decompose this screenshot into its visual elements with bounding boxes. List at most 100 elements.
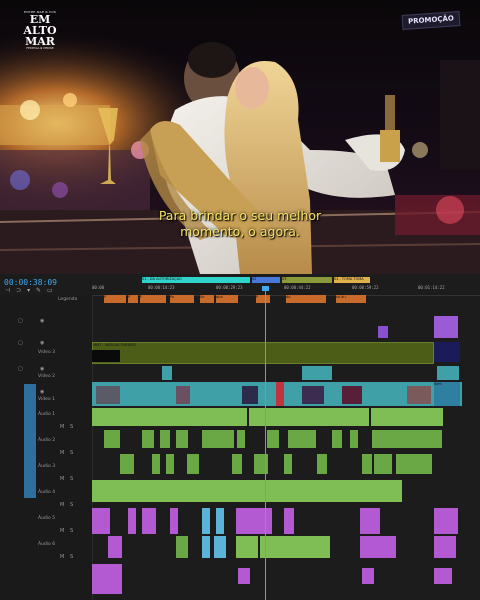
audio-clip[interactable]: [142, 430, 154, 448]
video-clip[interactable]: [162, 366, 172, 380]
audio-clip[interactable]: [202, 536, 210, 558]
audio-clip[interactable]: [128, 508, 136, 534]
audio-clip[interactable]: [362, 568, 374, 584]
source-patch-audio[interactable]: [24, 408, 36, 498]
video-clip[interactable]: [302, 386, 324, 404]
solo-icon[interactable]: S: [70, 450, 73, 456]
video-clip[interactable]: [302, 366, 332, 380]
solo-icon[interactable]: S: [70, 528, 73, 534]
eye-icon[interactable]: ◉: [40, 318, 44, 324]
audio-clip[interactable]: [187, 454, 199, 474]
video-clip[interactable]: [437, 366, 459, 380]
solo-icon[interactable]: S: [70, 502, 73, 508]
solo-icon[interactable]: S: [70, 424, 73, 430]
video-clip[interactable]: [434, 342, 460, 362]
audio-clip[interactable]: [142, 508, 156, 534]
audio-clip[interactable]: [238, 568, 250, 584]
audio-clip[interactable]: [288, 430, 316, 448]
audio-clip[interactable]: [176, 536, 188, 558]
audio-clip[interactable]: [232, 454, 242, 474]
snap-icon[interactable]: ⊣: [5, 287, 12, 294]
linked-selection-icon[interactable]: ⊃: [16, 287, 23, 294]
audio-clip[interactable]: [202, 430, 234, 448]
video-clip[interactable]: [434, 316, 458, 338]
audio-clip[interactable]: [176, 430, 188, 448]
caption-clip[interactable]: Po: [170, 295, 194, 303]
timeline-panel[interactable]: 00:00:38:09 ⊣ ⊃ ▾ ✎ ▭ S1 - DÁ AUTORIZAÇÃ…: [0, 274, 480, 600]
audio-clip[interactable]: [92, 480, 402, 502]
mute-icon[interactable]: M: [60, 476, 64, 482]
audio-clip[interactable]: [152, 454, 160, 474]
video-clip[interactable]: [176, 386, 190, 404]
solo-icon[interactable]: S: [70, 476, 73, 482]
eye-icon[interactable]: ◉: [40, 340, 44, 346]
source-patch-video[interactable]: [24, 384, 36, 408]
video-clip[interactable]: [242, 386, 258, 404]
mute-icon[interactable]: M: [60, 554, 64, 560]
audio-clip[interactable]: [434, 508, 458, 534]
lock-icon[interactable]: ▢: [18, 318, 23, 324]
audio-clip[interactable]: [317, 454, 327, 474]
audio-clip[interactable]: [284, 508, 294, 534]
audio-clip[interactable]: [434, 568, 452, 584]
caption-clip[interactable]: P: [256, 295, 270, 303]
audio-clip[interactable]: [120, 454, 134, 474]
video-clip[interactable]: MIXT - NESCAU FURIOSO: [92, 342, 434, 364]
audio-clip[interactable]: [236, 536, 258, 558]
mute-icon[interactable]: M: [60, 450, 64, 456]
audio-clip[interactable]: [260, 536, 330, 558]
audio-clip[interactable]: [360, 536, 396, 558]
lock-icon[interactable]: ▢: [18, 366, 23, 372]
video-clip[interactable]: [96, 386, 120, 404]
audio-clip[interactable]: [92, 564, 122, 594]
video-clip[interactable]: [276, 382, 284, 406]
audio-clip[interactable]: [160, 430, 170, 448]
lock-icon[interactable]: ▢: [18, 340, 23, 346]
audio-clip[interactable]: [92, 508, 110, 534]
audio-clip[interactable]: [360, 508, 380, 534]
audio-clip[interactable]: [284, 454, 292, 474]
playhead-handle[interactable]: [262, 286, 269, 291]
caption-clip[interactable]: P: [104, 295, 126, 303]
mute-icon[interactable]: M: [60, 424, 64, 430]
caption-clip[interactable]: que: [216, 295, 238, 303]
audio-clip[interactable]: [166, 454, 174, 474]
playhead[interactable]: [265, 286, 266, 600]
audio-clip[interactable]: [249, 408, 369, 426]
video-clip[interactable]: [407, 386, 431, 404]
audio-clip[interactable]: [332, 430, 342, 448]
audio-clip[interactable]: [434, 536, 456, 558]
audio-clip[interactable]: [374, 454, 392, 474]
caption-clip[interactable]: Se: [200, 295, 214, 303]
marker-icon[interactable]: ▾: [27, 287, 32, 294]
captions-icon[interactable]: ▭: [47, 287, 55, 294]
audio-clip[interactable]: [104, 430, 120, 448]
audio-clip[interactable]: [362, 454, 372, 474]
timecode-display[interactable]: 00:00:38:09: [4, 278, 57, 287]
audio-clip[interactable]: [202, 508, 210, 534]
mute-icon[interactable]: M: [60, 528, 64, 534]
audio-clip[interactable]: [214, 536, 226, 558]
audio-clip[interactable]: [372, 430, 442, 448]
audio-clip[interactable]: [216, 508, 224, 534]
eye-icon[interactable]: ◉: [40, 389, 44, 395]
caption-clip[interactable]: so dri: [336, 295, 366, 303]
caption-clip[interactable]: P: [128, 295, 138, 303]
caption-clip[interactable]: F: [140, 295, 166, 303]
mute-icon[interactable]: M: [60, 502, 64, 508]
audio-clip[interactable]: [92, 408, 247, 426]
audio-clip[interactable]: [236, 508, 272, 534]
video-clip[interactable]: [92, 350, 120, 362]
solo-icon[interactable]: S: [70, 554, 73, 560]
audio-clip[interactable]: [267, 430, 279, 448]
audio-clip[interactable]: [237, 430, 245, 448]
eye-icon[interactable]: ◉: [40, 366, 44, 372]
video-clip[interactable]: Sem: [434, 382, 460, 406]
audio-clip[interactable]: [371, 408, 443, 426]
audio-clip[interactable]: [396, 454, 432, 474]
caption-clip[interactable]: do: [286, 295, 326, 303]
audio-clip[interactable]: [108, 536, 122, 558]
wrench-icon[interactable]: ✎: [36, 287, 43, 294]
video-clip[interactable]: [342, 386, 362, 404]
audio-clip[interactable]: [170, 508, 178, 534]
